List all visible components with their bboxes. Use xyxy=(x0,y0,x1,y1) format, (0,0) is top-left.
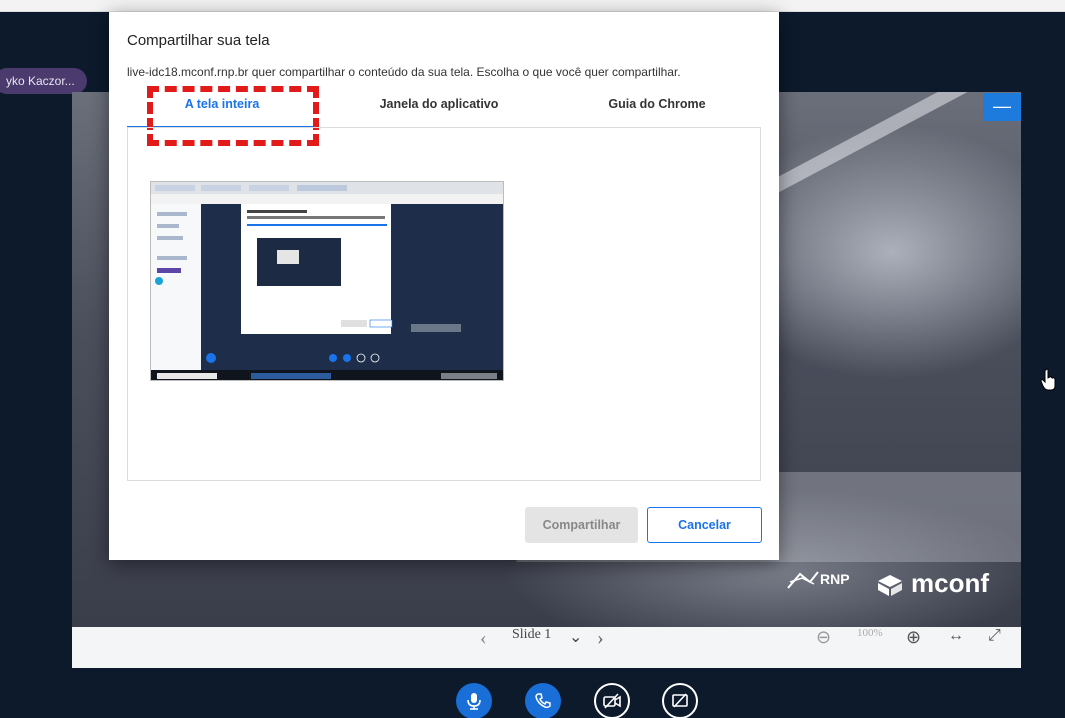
slide-selector[interactable]: Slide 1 xyxy=(512,627,551,668)
mconf-logo-icon xyxy=(878,574,902,596)
screen-preview-image xyxy=(151,182,503,380)
share-button[interactable]: Compartilhar xyxy=(525,507,638,543)
microphone-button[interactable] xyxy=(456,683,492,718)
phone-icon xyxy=(535,693,551,709)
mconf-logo-text: mconf xyxy=(911,568,989,598)
rnp-logo-text: RNP xyxy=(820,571,850,587)
minimize-presentation-button[interactable]: — xyxy=(983,93,1021,121)
screen-source-list xyxy=(127,127,761,481)
dialog-description: live-idc18.mconf.rnp.br quer compartilha… xyxy=(127,65,681,79)
microphone-icon xyxy=(467,693,481,710)
tab-chrome-tab[interactable]: Guia do Chrome xyxy=(552,97,762,128)
phone-button[interactable] xyxy=(525,683,561,718)
entire-screen-thumbnail[interactable] xyxy=(150,181,504,381)
fullscreen-icon[interactable]: ⤢ xyxy=(988,627,1001,668)
rnp-logo: RNP xyxy=(786,568,850,590)
rnp-logo-icon xyxy=(787,571,819,589)
slide-toolbar: ‹ Slide 1 ⌄ › ⊖ 100% ⊕ ↔ ⤢ xyxy=(72,627,1021,668)
zoom-level: 100% xyxy=(857,627,883,639)
camera-off-icon xyxy=(603,693,621,709)
next-slide-button[interactable]: › xyxy=(597,627,604,668)
cancel-button[interactable]: Cancelar xyxy=(647,507,762,543)
zoom-out-icon[interactable]: ⊖ xyxy=(816,627,831,668)
camera-toggle-button[interactable] xyxy=(594,683,630,718)
hand-cursor-icon xyxy=(1040,368,1058,396)
chevron-down-icon[interactable]: ⌄ xyxy=(569,627,582,668)
tab-application-window[interactable]: Janela do aplicativo xyxy=(334,97,544,128)
previous-slide-button[interactable]: ‹ xyxy=(480,627,487,668)
share-screen-dialog: Compartilhar sua tela live-idc18.mconf.r… xyxy=(109,12,779,560)
dialog-title: Compartilhar sua tela xyxy=(127,32,270,49)
screen-share-button[interactable] xyxy=(662,683,698,718)
presenter-name-pill[interactable]: yko Kaczor... xyxy=(0,68,87,94)
browser-top-strip xyxy=(0,0,1065,12)
screen-share-icon xyxy=(672,693,688,708)
zoom-in-icon[interactable]: ⊕ xyxy=(906,627,921,668)
mconf-logo: mconf xyxy=(875,568,989,599)
fit-width-icon[interactable]: ↔ xyxy=(948,627,964,668)
